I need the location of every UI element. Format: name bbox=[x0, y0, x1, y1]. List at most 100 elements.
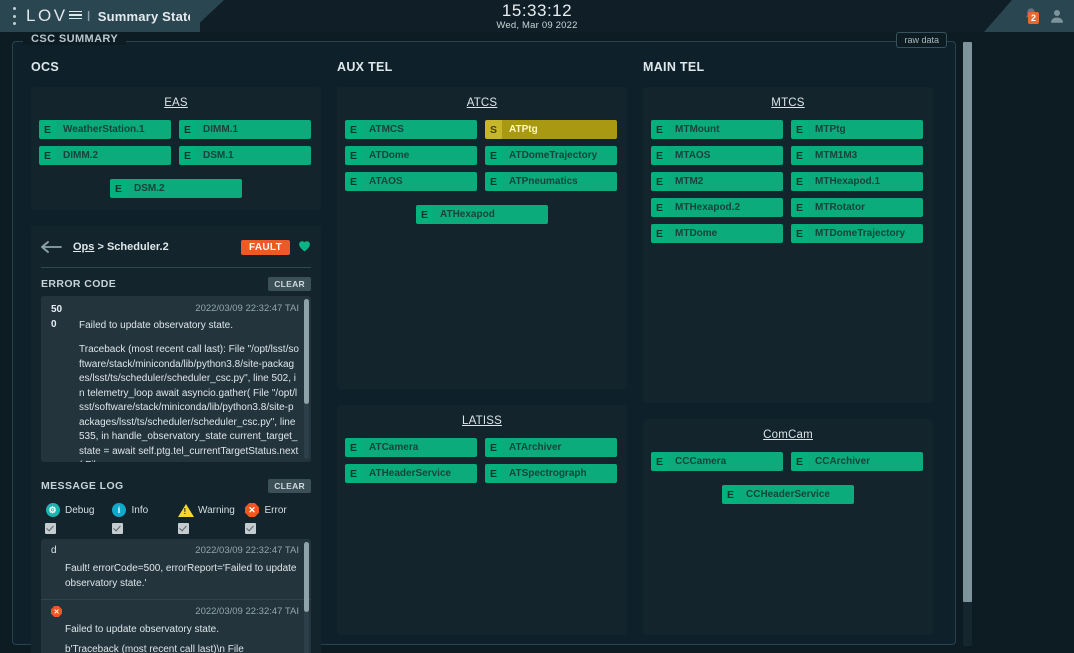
csc-name: MTRotator bbox=[808, 198, 923, 217]
csc-list-eas: E WeatherStation.1 E DIMM.1 E DIMM.2 E D… bbox=[39, 120, 313, 198]
csc-state: S bbox=[485, 120, 502, 139]
csc-name: ATPtg bbox=[502, 120, 617, 139]
csc-state: E bbox=[179, 146, 196, 165]
csc-atptg[interactable]: S ATPtg bbox=[485, 120, 617, 139]
detail-header: Ops > Scheduler.2 FAULT bbox=[41, 236, 311, 258]
breadcrumb-root[interactable]: Ops bbox=[73, 241, 94, 253]
csc-dimm-1[interactable]: E DIMM.1 bbox=[179, 120, 311, 139]
checkbox-error[interactable] bbox=[244, 523, 256, 534]
csc-state: E bbox=[39, 146, 56, 165]
message-text: Fault! errorCode=500, errorReport='Faile… bbox=[65, 563, 297, 589]
csc-mthexapod-2[interactable]: E MTHexapod.2 bbox=[651, 198, 783, 217]
message-timestamp: 2022/03/09 22:32:47 TAI bbox=[195, 545, 299, 556]
csc-name: ATMCS bbox=[362, 120, 477, 139]
csc-state: E bbox=[651, 452, 668, 471]
csc-atheaderservice[interactable]: E ATHeaderService bbox=[345, 464, 477, 483]
error-code-line1: 50 bbox=[51, 304, 63, 315]
checkbox-warning[interactable] bbox=[178, 523, 189, 534]
group-title-comcam[interactable]: ComCam bbox=[651, 429, 925, 441]
heart-icon bbox=[298, 240, 311, 255]
csc-name: MTMount bbox=[668, 120, 783, 139]
filter-info[interactable]: i Info bbox=[112, 503, 179, 518]
error-traceback: Traceback (most recent call last): File … bbox=[79, 344, 299, 462]
user-icon[interactable] bbox=[1048, 7, 1066, 25]
filter-debug[interactable]: ⚙ Debug bbox=[45, 503, 112, 518]
csc-state: E bbox=[791, 198, 808, 217]
csc-state: E bbox=[179, 120, 196, 139]
csc-ccheaderservice[interactable]: E CCHeaderService bbox=[722, 485, 854, 504]
panel-scrollbar-thumb[interactable] bbox=[963, 42, 972, 602]
filter-checkboxes bbox=[41, 520, 311, 539]
group-title-latiss[interactable]: LATISS bbox=[345, 415, 619, 427]
csc-cccamera[interactable]: E CCCamera bbox=[651, 452, 783, 471]
message-text-secondary: b'Traceback (most recent call last)\n Fi… bbox=[65, 644, 244, 653]
csc-atcamera[interactable]: E ATCamera bbox=[345, 438, 477, 457]
csc-name: ATCamera bbox=[362, 438, 477, 457]
csc-ccarchiver[interactable]: E CCArchiver bbox=[791, 452, 923, 471]
notifications-button[interactable]: 2 bbox=[1022, 6, 1040, 26]
raw-data-button[interactable]: raw data bbox=[896, 32, 947, 48]
notification-badge: 2 bbox=[1028, 12, 1040, 24]
csc-name: ATAOS bbox=[362, 172, 477, 191]
csc-atmcs[interactable]: E ATMCS bbox=[345, 120, 477, 139]
error-clear-button[interactable]: CLEAR bbox=[268, 277, 311, 291]
csc-mtdome[interactable]: E MTDome bbox=[651, 224, 783, 243]
breadcrumb: Ops > Scheduler.2 bbox=[73, 241, 169, 253]
error-entry: 50 0 2022/03/09 22:32:47 TAI Failed to u… bbox=[41, 296, 311, 462]
csc-mthexapod-1[interactable]: E MTHexapod.1 bbox=[791, 172, 923, 191]
csc-name: ATHexapod bbox=[433, 205, 548, 224]
csc-mtmount[interactable]: E MTMount bbox=[651, 120, 783, 139]
csc-athexapod[interactable]: E ATHexapod bbox=[416, 205, 548, 224]
csc-atarchiver[interactable]: E ATArchiver bbox=[485, 438, 617, 457]
csc-list-comcam: E CCCamera E CCArchiver E CCHeaderServic… bbox=[651, 452, 925, 504]
status-badge[interactable]: FAULT bbox=[241, 239, 290, 255]
csc-dimm-2[interactable]: E DIMM.2 bbox=[39, 146, 171, 165]
csc-state: E bbox=[791, 452, 808, 471]
message-entry-header: d 2022/03/09 22:32:47 TAI bbox=[51, 545, 299, 556]
group-title-mtcs[interactable]: MTCS bbox=[651, 97, 925, 109]
filter-error[interactable]: ✕ Error bbox=[245, 503, 312, 518]
csc-mtptg[interactable]: E MTPtg bbox=[791, 120, 923, 139]
csc-state: E bbox=[722, 485, 739, 504]
message-log-scrollbar-thumb[interactable] bbox=[304, 542, 309, 612]
csc-mtm1m3[interactable]: E MTM1M3 bbox=[791, 146, 923, 165]
error-log-scrollbar-thumb[interactable] bbox=[304, 299, 309, 404]
message-log-entry: d 2022/03/09 22:32:47 TAI Fault! errorCo… bbox=[41, 539, 311, 600]
csc-state: E bbox=[345, 146, 362, 165]
csc-name: CCHeaderService bbox=[739, 485, 854, 504]
header-actions: 2 bbox=[1022, 0, 1066, 32]
group-title-eas[interactable]: EAS bbox=[39, 97, 313, 109]
checkbox-info[interactable] bbox=[111, 523, 123, 534]
csc-atspectrograph[interactable]: E ATSpectrograph bbox=[485, 464, 617, 483]
csc-state: E bbox=[110, 179, 127, 198]
csc-dsm-1[interactable]: E DSM.1 bbox=[179, 146, 311, 165]
csc-atdometrajectory[interactable]: E ATDomeTrajectory bbox=[485, 146, 617, 165]
error-entry-body: 2022/03/09 22:32:47 TAI Failed to update… bbox=[79, 302, 299, 462]
csc-row-centered: E DSM.2 bbox=[39, 179, 313, 198]
csc-mtm2[interactable]: E MTM2 bbox=[651, 172, 783, 191]
csc-name: MTDomeTrajectory bbox=[808, 224, 923, 243]
csc-mtaos[interactable]: E MTAOS bbox=[651, 146, 783, 165]
message-log-header: MESSAGE LOG CLEAR bbox=[41, 474, 311, 498]
message-log-list[interactable]: d 2022/03/09 22:32:47 TAI Fault! errorCo… bbox=[41, 539, 311, 653]
checkbox-debug[interactable] bbox=[45, 523, 56, 534]
csc-weatherstation-1[interactable]: E WeatherStation.1 bbox=[39, 120, 171, 139]
csc-mtrotator[interactable]: E MTRotator bbox=[791, 198, 923, 217]
csc-ataos[interactable]: E ATAOS bbox=[345, 172, 477, 191]
csc-atdome[interactable]: E ATDome bbox=[345, 146, 477, 165]
main-view: CSC SUMMARY raw data OCS EAS E WeatherSt… bbox=[0, 32, 1074, 653]
message-clear-button[interactable]: CLEAR bbox=[268, 479, 311, 493]
csc-dsm-2[interactable]: E DSM.2 bbox=[110, 179, 242, 198]
detail-divider bbox=[41, 267, 311, 268]
group-title-atcs[interactable]: ATCS bbox=[345, 97, 619, 109]
csc-mtdometrajectory[interactable]: E MTDomeTrajectory bbox=[791, 224, 923, 243]
back-arrow-icon[interactable] bbox=[41, 240, 63, 254]
csc-state: E bbox=[651, 146, 668, 165]
csc-list-mtcs: E MTMount E MTPtg E MTAOS E MTM1M3 E MTM… bbox=[651, 120, 925, 243]
error-code-title: ERROR CODE bbox=[41, 278, 117, 290]
csc-name: DSM.2 bbox=[127, 179, 242, 198]
group-comcam: ComCam E CCCamera E CCArchiver E CCHeade… bbox=[643, 419, 933, 635]
csc-atpneumatics[interactable]: E ATPneumatics bbox=[485, 172, 617, 191]
error-code-log[interactable]: 50 0 2022/03/09 22:32:47 TAI Failed to u… bbox=[41, 296, 311, 462]
filter-warning[interactable]: Warning bbox=[177, 503, 245, 518]
